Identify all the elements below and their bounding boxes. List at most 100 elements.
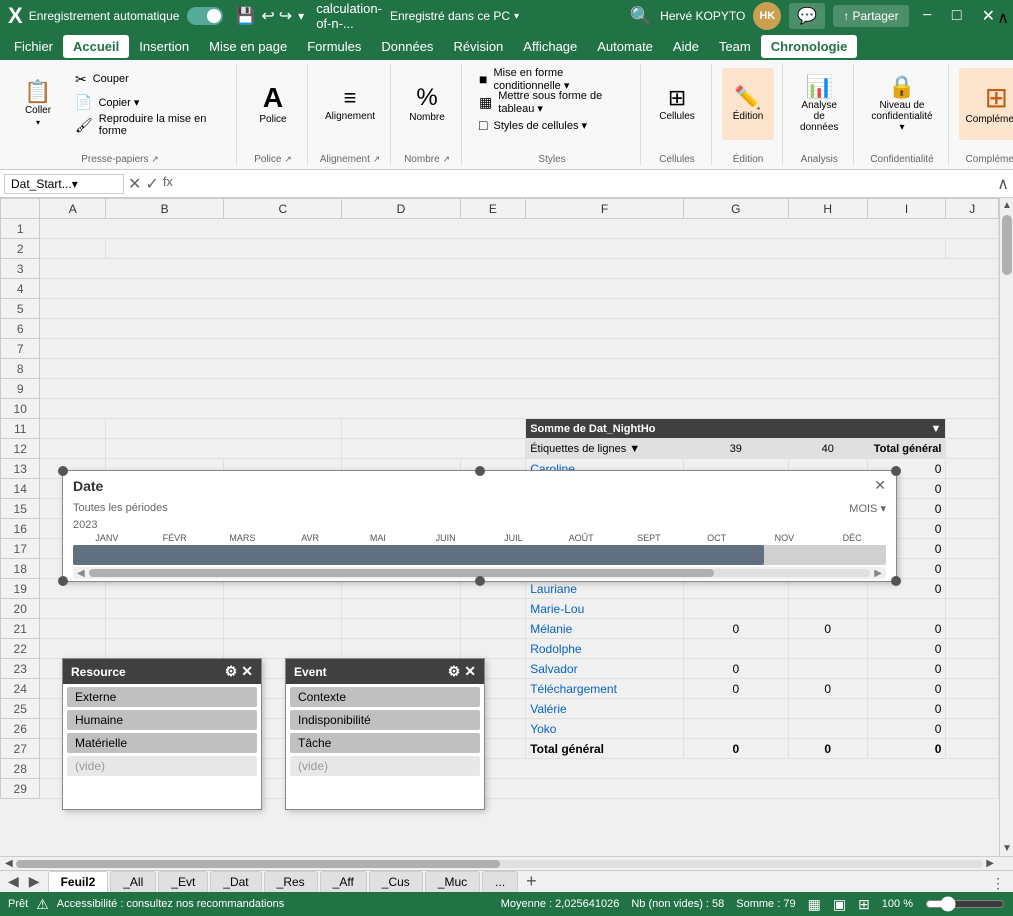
month-aout[interactable]: AOÛT (547, 533, 615, 543)
tab-res[interactable]: _Res (264, 871, 318, 892)
zoom-slider[interactable] (925, 896, 1005, 912)
timeline-period-type[interactable]: MOIS ▾ (849, 502, 886, 515)
reproduire-button[interactable]: 🖌Reproduire la mise en forme (68, 114, 228, 136)
share-button[interactable]: ↑ Partager (833, 5, 908, 27)
month-avr[interactable]: AVR (276, 533, 344, 543)
menu-mise-en-page[interactable]: Mise en page (199, 35, 297, 58)
pivot-column-filter-icon[interactable]: ▼ (931, 423, 942, 435)
month-sept[interactable]: SEPT (615, 533, 683, 543)
event-slicer-filter-icon[interactable]: ⚙ (448, 663, 461, 680)
tab-aff[interactable]: _Aff (320, 871, 367, 892)
month-juil[interactable]: JUIL (480, 533, 548, 543)
col-head-I[interactable]: I (867, 199, 946, 219)
timeline-resize-tr[interactable] (891, 466, 901, 476)
event-slicer-indisponibilite[interactable]: Indisponibilité (290, 710, 480, 730)
nombre-button[interactable]: % Nombre (401, 68, 453, 140)
month-fevr[interactable]: FÉVR (141, 533, 209, 543)
minimize-button[interactable]: − (913, 3, 942, 29)
sheet-nav-left[interactable]: ◀ (4, 871, 23, 892)
col-head-E[interactable]: E (460, 199, 526, 219)
resource-slicer-vide[interactable]: (vide) (67, 756, 257, 776)
menu-chronologie[interactable]: Chronologie (761, 35, 858, 58)
month-dec[interactable]: DÉC (818, 533, 886, 543)
vscroll-down-icon[interactable]: ▼ (1000, 841, 1013, 856)
coller-button[interactable]: 📋 Coller ▾ (12, 68, 64, 140)
col-head-H[interactable]: H (788, 199, 867, 219)
menu-team[interactable]: Team (709, 35, 761, 58)
name-box[interactable]: Dat_Start...▾ (4, 174, 124, 194)
insert-function-icon[interactable]: fx (163, 174, 173, 194)
formula-input[interactable] (177, 175, 993, 193)
status-accessibility[interactable]: Accessibilité : consultez nos recommanda… (57, 898, 284, 910)
tab-options-icon[interactable]: ⋮ (991, 875, 1005, 892)
confidentialite-button[interactable]: 🔒 Niveau de confidentialité ▾ (864, 68, 939, 140)
confirm-formula-icon[interactable]: ✓ (145, 174, 158, 194)
restore-button[interactable]: □ (942, 3, 972, 29)
avatar[interactable]: HK (753, 2, 781, 30)
comment-icon[interactable]: 💬 (789, 3, 825, 29)
col-head-J[interactable]: J (946, 199, 999, 219)
timeline-close-icon[interactable]: ✕ (874, 477, 886, 494)
alignement-button[interactable]: ≡ Alignement (318, 68, 382, 140)
search-icon[interactable]: 🔍 (630, 6, 652, 27)
sheet-nav-right[interactable]: ▶ (25, 871, 44, 892)
cancel-formula-icon[interactable]: ✕ (128, 174, 141, 194)
view-preview-icon[interactable]: ⊞ (858, 896, 870, 913)
resource-slicer-humaine[interactable]: Humaine (67, 710, 257, 730)
mettre-sous-forme-tableau-button[interactable]: ▦Mettre sous forme de tableau ▾ (472, 91, 632, 113)
police-button[interactable]: A Police (247, 68, 299, 140)
resource-slicer[interactable]: Resource ⚙ ✕ Externe Humaine Matérielle … (62, 658, 262, 810)
view-page-icon[interactable]: ▣ (833, 896, 846, 913)
resource-slicer-filter-icon[interactable]: ⚙ (225, 663, 238, 680)
timeline-scroll-left[interactable]: ◀ (73, 568, 89, 579)
timeline-resize-tl[interactable] (58, 466, 68, 476)
menu-formules[interactable]: Formules (297, 35, 371, 58)
timeline-resize-tm[interactable] (475, 466, 485, 476)
view-normal-icon[interactable]: ▦ (808, 896, 821, 913)
event-slicer[interactable]: Event ⚙ ✕ Contexte Indisponibilité Tâche… (285, 658, 485, 810)
timeline-resize-bm[interactable] (475, 576, 485, 586)
styles-de-cellules-button[interactable]: □Styles de cellules ▾ (472, 114, 632, 136)
mise-en-forme-conditionnelle-button[interactable]: ■Mise en forme conditionnelle ▾ (472, 68, 632, 90)
edition-button[interactable]: ✏️ Édition (722, 68, 774, 140)
tab-muc[interactable]: _Muc (425, 871, 480, 892)
col-head-F[interactable]: F (526, 199, 684, 219)
menu-aide[interactable]: Aide (663, 35, 709, 58)
toolbar-save-icon[interactable]: 💾 (235, 6, 255, 26)
tab-feuil2[interactable]: Feuil2 (48, 871, 109, 892)
tab-evt[interactable]: _Evt (158, 871, 208, 892)
timeline-box[interactable]: Date ✕ Toutes les périodes MOIS ▾ 2023 (62, 470, 897, 582)
menu-accueil[interactable]: Accueil (63, 35, 129, 58)
timeline-selection[interactable] (73, 545, 764, 565)
menu-insertion[interactable]: Insertion (129, 35, 199, 58)
col-head-B[interactable]: B (106, 199, 224, 219)
timeline-scroll-thumb[interactable] (89, 569, 714, 577)
cellules-button[interactable]: ⊞ Cellules (651, 68, 703, 140)
month-mars[interactable]: MARS (209, 533, 277, 543)
timeline-bar[interactable] (73, 545, 886, 565)
event-slicer-tache[interactable]: Tâche (290, 733, 480, 753)
menu-donnees[interactable]: Données (371, 35, 443, 58)
tab-more[interactable]: ... (482, 871, 518, 892)
hscroll-right-icon[interactable]: ▶ (983, 858, 997, 869)
ribbon-expand-icon[interactable]: ∧ (993, 4, 1013, 32)
vscroll-thumb[interactable] (1002, 215, 1012, 275)
analyse-button[interactable]: 📊 Analyse de données (793, 68, 845, 140)
add-sheet-button[interactable]: + (520, 871, 543, 892)
toolbar-redo-icon[interactable]: ↪ (279, 6, 292, 26)
resource-slicer-clear-icon[interactable]: ✕ (241, 663, 253, 680)
toolbar-customize-icon[interactable]: ▾ (298, 9, 304, 23)
month-oct[interactable]: OCT (683, 533, 751, 543)
resource-slicer-externe[interactable]: Externe (67, 687, 257, 707)
tab-all[interactable]: _All (110, 871, 156, 892)
complements-button[interactable]: ⊞ Compléments (959, 68, 1013, 140)
event-slicer-clear-icon[interactable]: ✕ (464, 663, 476, 680)
tab-cus[interactable]: _Cus (369, 871, 423, 892)
vertical-scrollbar[interactable]: ▲ ▼ (999, 198, 1013, 856)
toolbar-undo-icon[interactable]: ↩ (261, 6, 274, 26)
col-head-D[interactable]: D (342, 199, 460, 219)
resource-slicer-materielle[interactable]: Matérielle (67, 733, 257, 753)
event-slicer-contexte[interactable]: Contexte (290, 687, 480, 707)
hscroll-left-icon[interactable]: ◀ (2, 858, 16, 869)
vscroll-up-icon[interactable]: ▲ (1000, 198, 1013, 213)
